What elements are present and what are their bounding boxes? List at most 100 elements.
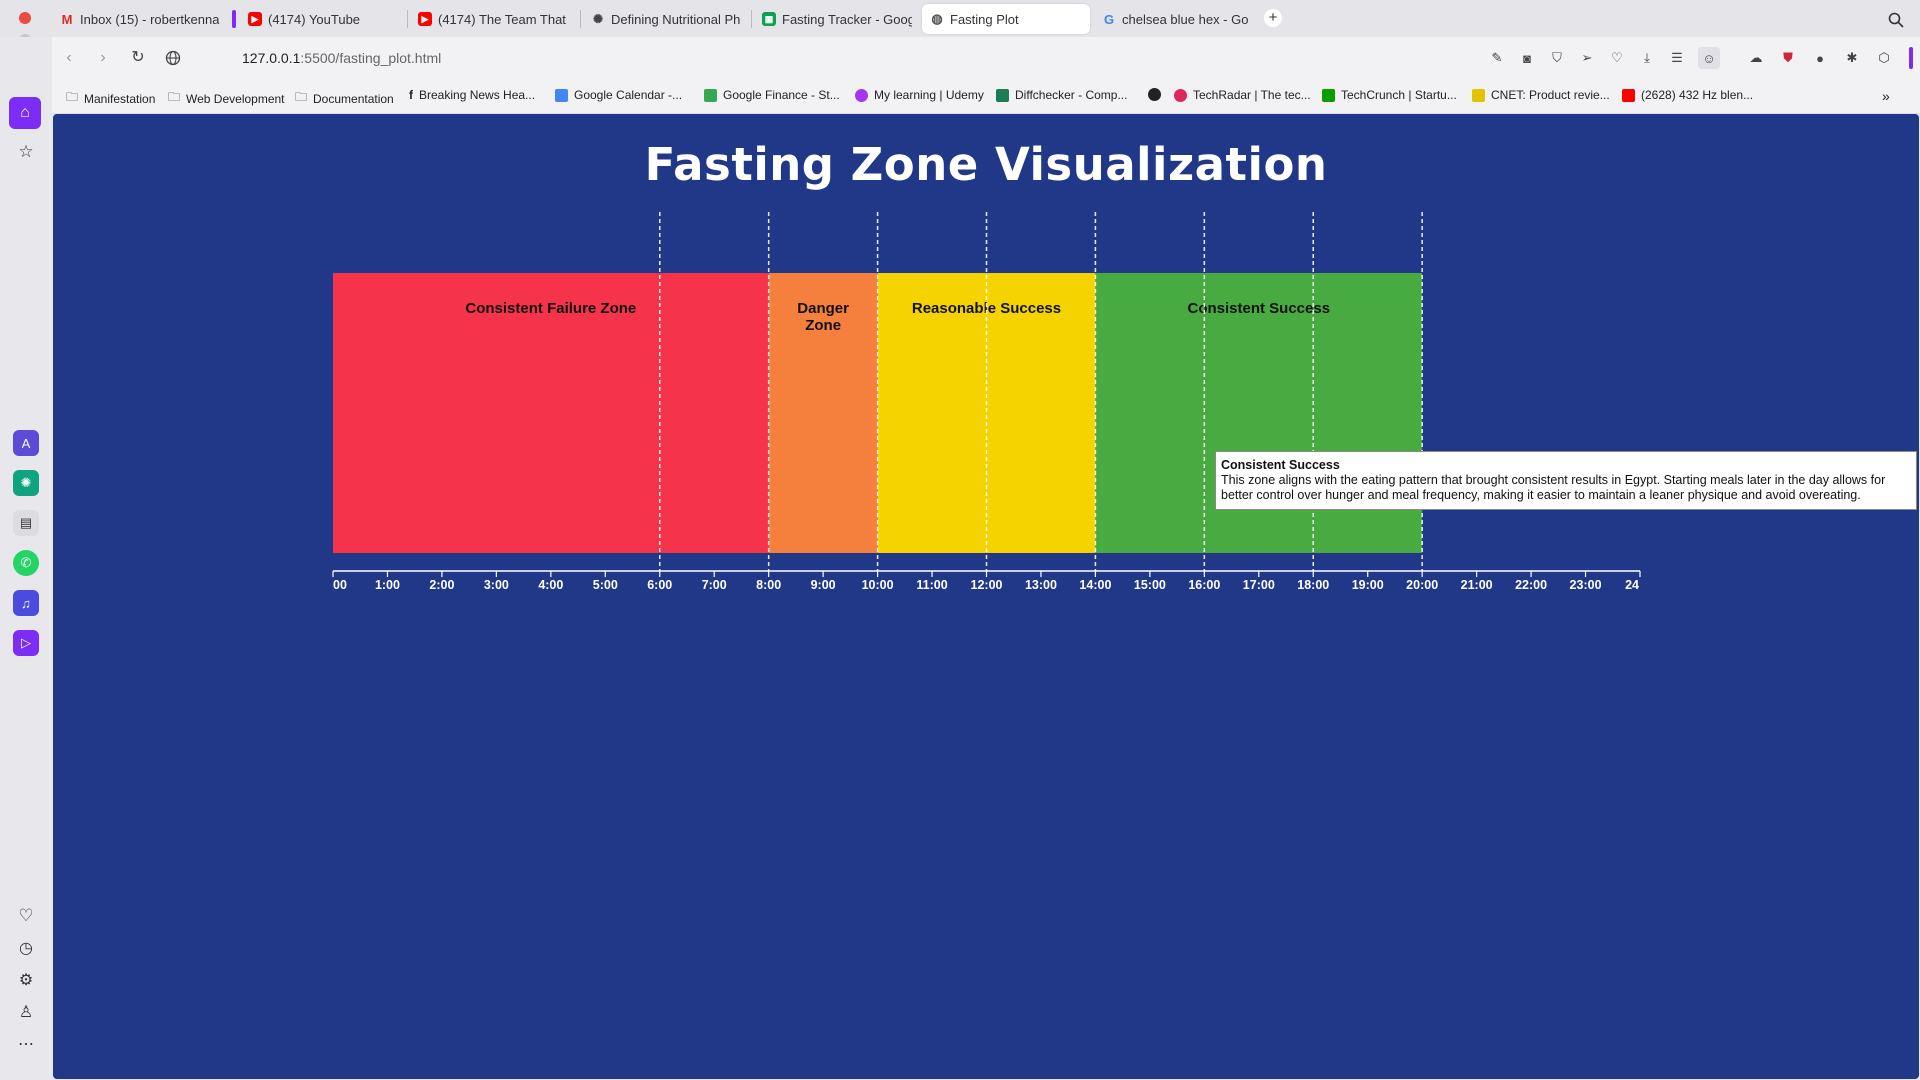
sheets-icon: ▦	[762, 12, 776, 26]
menu-icon[interactable]: ☰	[1668, 49, 1686, 67]
bookmark-breaking-news[interactable]: f Breaking News Hea...	[409, 88, 535, 102]
shield-check-icon[interactable]: ⛉	[1548, 49, 1566, 67]
bug-icon[interactable]: ✱	[1843, 49, 1861, 67]
history-icon[interactable]: ◷	[13, 935, 39, 961]
tab-title: Fasting Tracker - Google	[782, 11, 912, 27]
x-tick-label: 20:00	[1406, 578, 1438, 592]
heart-icon[interactable]: ♡	[13, 903, 39, 929]
forward-button[interactable]: ›	[94, 49, 112, 67]
youtube-icon: ▶	[248, 12, 262, 26]
aria-icon[interactable]: A	[13, 430, 39, 456]
bookmark-diffchecker[interactable]: Diffchecker - Comp...	[996, 88, 1127, 102]
tab-title: Inbox (15) - robertkenna	[80, 11, 220, 27]
search-icon[interactable]	[1888, 12, 1904, 28]
bookmark-google-calendar[interactable]: Google Calendar -...	[555, 88, 682, 102]
calendar-icon	[555, 88, 568, 102]
zone-label: Consistent Success	[1188, 300, 1331, 317]
address-bar: ‹ › ↻ 127.0.0.1:5500/fasting_plot.html ✎…	[52, 37, 1920, 79]
bookmarks-bar: 🗀 Manifestation 🗀 Web Development 🗀 Documen…	[52, 79, 1920, 114]
zone-label: Zone	[805, 317, 841, 334]
more-icon[interactable]: ⋯	[13, 1031, 39, 1057]
tab-inbox[interactable]: M Inbox (15) - robertkenna	[52, 4, 230, 34]
bookmark-github[interactable]	[1148, 88, 1167, 101]
bookmark-documentation[interactable]: 🗀 Documentation	[295, 88, 394, 109]
edit-icon[interactable]: ✎	[1488, 49, 1506, 67]
bookmark-web-development[interactable]: 🗀 Web Development	[168, 88, 285, 109]
profile-icon[interactable]: ☺	[1698, 47, 1720, 69]
browser-sidebar: ⌂ ☆ A ✺ ▤ ✆ ♫ ▷ ♡ ◷ ⚙ ♙ ⋯	[0, 37, 52, 1080]
x-tick-label: 14:00	[1079, 578, 1111, 592]
bookmark-manifestation[interactable]: 🗀 Manifestation	[66, 88, 155, 109]
whatsapp-icon[interactable]: ✆	[13, 550, 39, 576]
tab-google-search[interactable]: G chelsea blue hex - Goog	[1094, 4, 1256, 34]
url-field[interactable]: 127.0.0.1:5500/fasting_plot.html	[242, 50, 441, 66]
bookmark-udemy[interactable]: My learning | Udemy	[855, 88, 984, 102]
bookmark-label: Manifestation	[84, 91, 156, 106]
x-tick-label: 6:00	[647, 578, 672, 592]
tooltip-body: This zone aligns with the eating pattern…	[1221, 473, 1886, 502]
zone-tooltip: Consistent Success This zone aligns with…	[1215, 451, 1917, 510]
bookmark-label: TechCrunch | Startu...	[1341, 88, 1457, 102]
udemy-icon	[855, 88, 868, 102]
x-tick-label: 8:00	[756, 578, 781, 592]
bookmark-label: Web Development	[186, 91, 285, 106]
techcrunch-icon	[1322, 88, 1335, 102]
tab-youtube[interactable]: ▶ (4174) YouTube	[240, 4, 405, 34]
folder-icon: 🗀	[295, 90, 308, 104]
chatgpt-icon[interactable]: ✺	[13, 470, 39, 496]
close-window-button[interactable]	[19, 12, 31, 24]
tab-fasting-tracker[interactable]: ▦ Fasting Tracker - Google	[754, 4, 920, 34]
send-icon[interactable]: ➢	[1578, 49, 1596, 67]
reload-button[interactable]: ↻	[129, 49, 147, 67]
x-tick-label: 00	[333, 578, 347, 592]
home-icon[interactable]: ⌂	[9, 97, 41, 129]
shield-icon[interactable]: ⛊	[1779, 49, 1797, 67]
bookmark-techcrunch[interactable]: TechCrunch | Startu...	[1322, 88, 1457, 102]
globe-icon: ◍	[931, 11, 943, 26]
x-tick-label: 16:00	[1188, 578, 1220, 592]
more-bookmarks-button[interactable]: »	[1882, 88, 1890, 104]
openai-icon: ✺	[592, 12, 604, 26]
news-icon: f	[409, 88, 413, 102]
zone-label: Danger	[797, 300, 849, 317]
tab-fasting-plot[interactable]: ◍ Fasting Plot	[922, 4, 1090, 34]
download-icon[interactable]: ⤓	[1638, 49, 1656, 67]
camera-icon[interactable]: ◙	[1518, 49, 1536, 67]
bookmark-cnet[interactable]: CNET: Product revie...	[1472, 88, 1610, 102]
bookmark-label: TechRadar | The tec...	[1193, 88, 1311, 102]
heart-icon[interactable]: ♡	[1608, 49, 1626, 67]
extension-icon[interactable]: ●	[1811, 49, 1829, 67]
lightbulb-icon[interactable]: ♙	[13, 999, 39, 1025]
bookmark-google-finance[interactable]: Google Finance - St...	[704, 88, 840, 102]
folder-icon: 🗀	[66, 90, 79, 104]
settings-icon[interactable]: ⚙	[13, 967, 39, 993]
tab-title: Defining Nutritional Philo	[611, 11, 741, 27]
zone-label: Consistent Failure Zone	[465, 300, 636, 317]
cube-icon[interactable]: ⬡	[1875, 49, 1893, 67]
url-host: 127.0.0.1	[242, 50, 301, 66]
techradar-icon	[1174, 88, 1187, 102]
sidebar-toggle-indicator[interactable]	[1909, 47, 1913, 69]
x-tick-label: 23:00	[1570, 578, 1602, 592]
player-icon[interactable]: ▷	[13, 630, 39, 656]
tab-chatgpt[interactable]: ✺ Defining Nutritional Philo	[583, 4, 749, 34]
back-button[interactable]: ‹	[60, 49, 78, 67]
bookmark-label: Google Calendar -...	[574, 88, 683, 102]
zone-label: Reasonable Success	[912, 300, 1061, 317]
github-icon	[1148, 88, 1161, 101]
bookmark-youtube-432hz[interactable]: (2628) 432 Hz blen...	[1622, 88, 1753, 102]
x-tick-label: 11:00	[916, 578, 947, 592]
clipboard-icon[interactable]: ▤	[13, 510, 39, 536]
bookmark-label: (2628) 432 Hz blen...	[1641, 88, 1754, 102]
tab-youtube-video[interactable]: ▶ (4174) The Team That Br	[410, 4, 578, 34]
cloud-icon[interactable]: ☁	[1747, 49, 1765, 67]
x-tick-label: 5:00	[593, 578, 618, 592]
music-icon[interactable]: ♫	[13, 590, 39, 616]
new-tab-button[interactable]: +	[1264, 9, 1282, 27]
bookmark-techradar[interactable]: TechRadar | The tec...	[1174, 88, 1311, 102]
star-icon[interactable]: ☆	[13, 139, 39, 165]
bookmark-label: Documentation	[313, 91, 394, 106]
x-tick-label: 24	[1625, 578, 1639, 592]
x-tick-label: 12:00	[971, 578, 1003, 592]
x-tick-label: 9:00	[811, 578, 836, 592]
